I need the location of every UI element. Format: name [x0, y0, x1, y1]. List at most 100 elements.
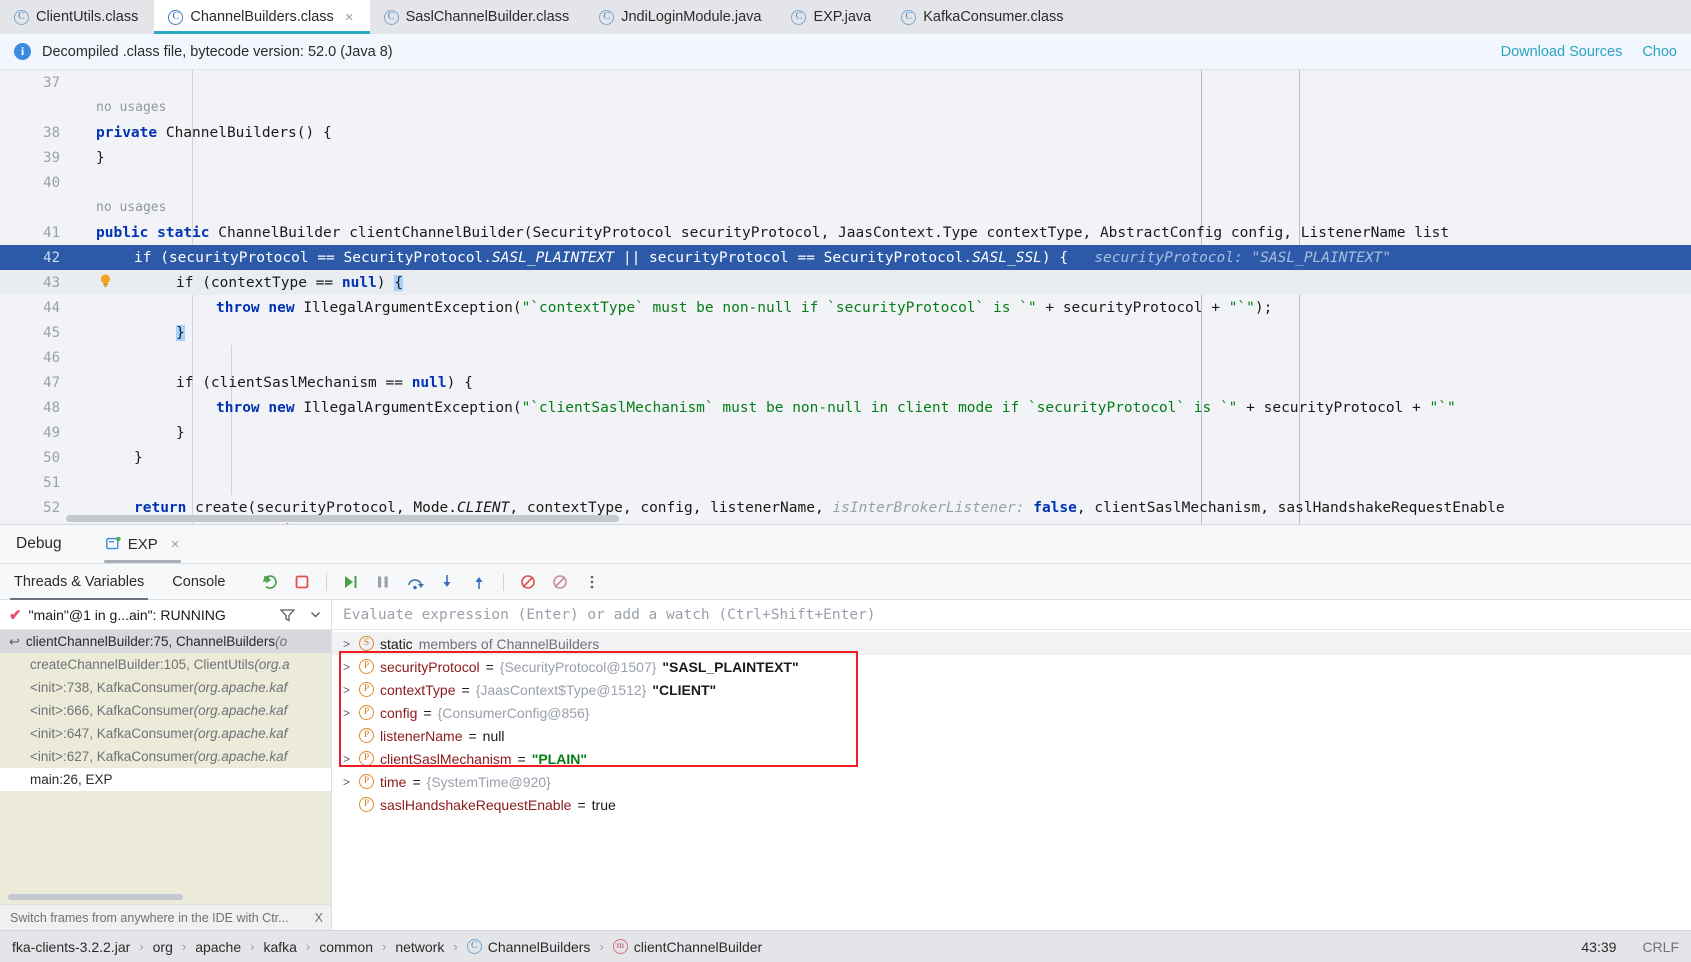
- breadcrumb-item-clientchannelbuilder[interactable]: clientChannelBuilder: [634, 939, 762, 955]
- variable-value: "PLAIN": [531, 750, 587, 767]
- frame-row[interactable]: ↩ clientChannelBuilder:75, ChannelBuilde…: [0, 630, 331, 653]
- frame-label: <init>:666, KafkaConsumer: [30, 703, 194, 718]
- token-keyword: throw: [216, 299, 260, 316]
- breadcrumb-item-network[interactable]: network: [395, 939, 444, 955]
- line-number: 46: [43, 349, 60, 366]
- frame-row[interactable]: main:26, EXP: [0, 768, 331, 791]
- editor-tab-jndiloginmodule[interactable]: C JndiLoginModule.java: [585, 0, 777, 34]
- parameter-badge-icon: P: [359, 751, 374, 766]
- frames-hint-text: Switch frames from anywhere in the IDE w…: [10, 910, 289, 925]
- close-icon[interactable]: ×: [171, 536, 180, 553]
- usages-hint: no usages: [96, 100, 167, 115]
- debug-session-tab-exp[interactable]: EXP ×: [96, 525, 190, 563]
- disable-breakpoints-icon[interactable]: [546, 569, 574, 595]
- editor-tab-channelbuilders[interactable]: C ChannelBuilders.class ×: [154, 0, 370, 34]
- debug-titlebar: Debug EXP ×: [0, 525, 1691, 563]
- code-line-51: 51: [0, 470, 1691, 495]
- token-text: IllegalArgumentException(: [294, 299, 522, 316]
- class-icon: C: [599, 9, 615, 25]
- token-keyword: null: [341, 274, 377, 291]
- token-text: }: [134, 449, 143, 466]
- close-icon[interactable]: X: [315, 911, 323, 925]
- intention-bulb-icon[interactable]: [100, 274, 111, 287]
- frame-row[interactable]: <init>:627, KafkaConsumer (org.apache.kaf: [0, 745, 331, 768]
- evaluate-expression-input[interactable]: Evaluate expression (Enter) or add a wat…: [332, 600, 1691, 630]
- step-out-icon[interactable]: [465, 569, 493, 595]
- breadcrumb-item-common[interactable]: common: [319, 939, 373, 955]
- step-into-icon[interactable]: [433, 569, 461, 595]
- frame-row[interactable]: createChannelBuilder:105, ClientUtils (or…: [0, 653, 331, 676]
- frame-row[interactable]: <init>:647, KafkaConsumer (org.apache.kaf: [0, 722, 331, 745]
- breadcrumb-item-apache[interactable]: apache: [195, 939, 241, 955]
- frame-row[interactable]: <init>:666, KafkaConsumer (org.apache.kaf: [0, 699, 331, 722]
- variables-list[interactable]: > S static members of ChannelBuilders > …: [332, 630, 1691, 930]
- choose-sources-link[interactable]: Choo: [1642, 44, 1677, 60]
- debug-body: ✔ "main"@1 in g...ain": RUNNING ↩ client…: [0, 600, 1691, 930]
- chevron-right-icon[interactable]: >: [343, 706, 353, 720]
- chevron-right-icon[interactable]: >: [343, 752, 353, 766]
- variable-row-clientsaslmechanism[interactable]: > P clientSaslMechanism = "PLAIN": [332, 747, 1691, 770]
- variable-row-saslhandshakerequestenable[interactable]: P saslHandshakeRequestEnable = true: [332, 793, 1691, 816]
- tab-threads-and-variables[interactable]: Threads & Variables: [0, 563, 158, 600]
- caret-position[interactable]: 43:39: [1581, 939, 1616, 955]
- drop-frame-icon[interactable]: ↩: [9, 634, 20, 650]
- evaluate-placeholder: Evaluate expression (Enter) or add a wat…: [343, 606, 876, 623]
- chevron-right-icon[interactable]: >: [343, 775, 353, 789]
- chevron-right-icon[interactable]: >: [343, 683, 353, 697]
- chevron-right-icon[interactable]: >: [343, 637, 353, 651]
- line-number: 47: [43, 374, 60, 391]
- class-icon: C: [901, 9, 917, 25]
- filter-icon[interactable]: [280, 608, 295, 622]
- more-icon[interactable]: [578, 569, 606, 595]
- code-editor[interactable]: 37 no usages 38 private ChannelBuilders(…: [0, 70, 1691, 524]
- decompiled-notification-bar: i Decompiled .class file, bytecode versi…: [0, 34, 1691, 70]
- breadcrumb-item-jar[interactable]: fka-clients-3.2.2.jar: [12, 939, 130, 955]
- variable-row-time[interactable]: > P time = {SystemTime@920}: [332, 770, 1691, 793]
- token-string: "`": [1228, 299, 1255, 316]
- frames-horizontal-scrollbar[interactable]: [8, 894, 183, 900]
- variable-row-contexttype[interactable]: > P contextType = {JaasContext$Type@1512…: [332, 678, 1691, 701]
- chevron-right-icon[interactable]: >: [343, 660, 353, 674]
- variable-suffix: members of ChannelBuilders: [418, 635, 600, 652]
- call-stack-list[interactable]: ↩ clientChannelBuilder:75, ChannelBuilde…: [0, 630, 331, 904]
- editor-tab-exp[interactable]: C EXP.java: [777, 0, 887, 34]
- breadcrumb-item-kafka[interactable]: kafka: [263, 939, 296, 955]
- editor-horizontal-scrollbar[interactable]: [66, 515, 619, 522]
- variable-row-securityprotocol[interactable]: > P securityProtocol = {SecurityProtocol…: [332, 655, 1691, 678]
- editor-tab-saslchannelbuilder[interactable]: C SaslChannelBuilder.class: [370, 0, 586, 34]
- inline-debug-hint: securityProtocol: "SASL_PLAINTEXT": [1094, 249, 1392, 266]
- editor-tab-kafkaconsumer[interactable]: C KafkaConsumer.class: [887, 0, 1079, 34]
- token-enum: SASL_SSL: [972, 249, 1042, 266]
- frame-package: (org.apache.kaf: [193, 680, 288, 695]
- code-line-47: 47 if (clientSaslMechanism == null) {: [0, 370, 1691, 395]
- toolbar-divider: [325, 572, 327, 591]
- line-number: 48: [43, 399, 60, 416]
- stop-icon[interactable]: [288, 569, 316, 595]
- resume-icon[interactable]: [337, 569, 365, 595]
- breadcrumb-item-org[interactable]: org: [153, 939, 173, 955]
- variable-equals: =: [517, 750, 526, 767]
- tab-console[interactable]: Console: [158, 563, 239, 600]
- line-separator[interactable]: CRLF: [1642, 939, 1679, 955]
- token-text: , clientSaslMechanism, saslHandshakeRequ…: [1076, 499, 1505, 516]
- chevron-down-icon[interactable]: [309, 608, 322, 621]
- mute-breakpoints-icon[interactable]: [514, 569, 542, 595]
- close-icon[interactable]: ×: [345, 10, 354, 25]
- variable-row-static[interactable]: > S static members of ChannelBuilders: [332, 632, 1691, 655]
- download-sources-link[interactable]: Download Sources: [1501, 44, 1623, 60]
- parameter-badge-icon: P: [359, 797, 374, 812]
- rerun-icon[interactable]: [256, 569, 284, 595]
- breadcrumb-item-channelbuilders[interactable]: ChannelBuilders: [488, 939, 591, 955]
- variable-equals: =: [577, 796, 586, 813]
- token-text: }: [96, 149, 105, 166]
- variable-row-listenername[interactable]: P listenerName = null: [332, 724, 1691, 747]
- frame-row[interactable]: <init>:738, KafkaConsumer (org.apache.kaf: [0, 676, 331, 699]
- variable-equals: =: [468, 727, 477, 744]
- pause-icon[interactable]: [369, 569, 397, 595]
- variables-panel: Evaluate expression (Enter) or add a wat…: [332, 600, 1691, 930]
- variable-row-config[interactable]: > P config = {ConsumerConfig@856}: [332, 701, 1691, 724]
- step-over-icon[interactable]: [401, 569, 429, 595]
- token-keyword: public: [96, 224, 149, 241]
- thread-selector[interactable]: ✔ "main"@1 in g...ain": RUNNING: [0, 600, 331, 630]
- editor-tab-clientutils[interactable]: C ClientUtils.class: [0, 0, 154, 34]
